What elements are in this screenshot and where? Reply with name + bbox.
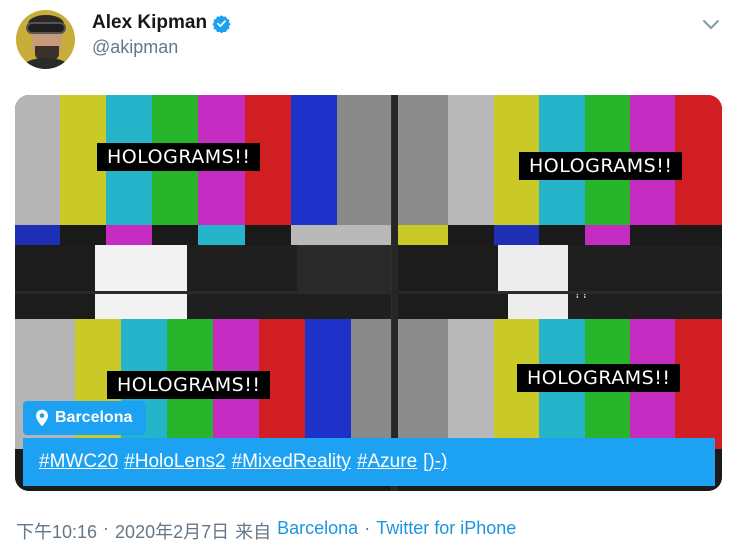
location-pin-icon: [36, 409, 48, 427]
media-caption: #MWC20 #HoloLens2 #MixedReality #Azure […: [23, 438, 715, 486]
location-tag[interactable]: Barcelona: [23, 401, 147, 435]
hashtag-mixedreality[interactable]: #MixedReality: [232, 451, 351, 473]
author-display-name[interactable]: Alex Kipman: [92, 12, 231, 34]
tweet-client-link[interactable]: Twitter for iPhone: [376, 518, 516, 544]
tweet-time[interactable]: 下午10:16: [16, 518, 97, 544]
chevron-down-icon[interactable]: [699, 12, 723, 36]
avatar[interactable]: [16, 10, 75, 69]
screen-divider-horizontal: [15, 291, 722, 294]
author-handle[interactable]: @akipman: [92, 37, 231, 58]
hashtag-azure[interactable]: #Azure: [357, 451, 417, 473]
hashtag-hololens2[interactable]: #HoloLens2: [124, 451, 225, 473]
from-label: 来自: [235, 522, 272, 542]
tweet-date[interactable]: 2020年2月7日: [115, 518, 229, 544]
tweet-place-link[interactable]: Barcelona: [277, 518, 358, 544]
meta-separator: ·: [103, 518, 110, 538]
tweet-header: Alex Kipman @akipman: [16, 10, 723, 70]
author-names: Alex Kipman @akipman: [92, 12, 231, 58]
verified-badge-icon: [212, 14, 231, 33]
hologram-label-4: HOLOGRAMS!!: [517, 364, 681, 392]
hashtag-mwc20[interactable]: #MWC20: [39, 451, 118, 473]
screen-subtext-2: ??: [574, 294, 589, 302]
caption-emoticon: [)-): [423, 451, 448, 472]
screen-top-right: HOLOGRAMS!!: [398, 95, 722, 291]
avatar-shirt: [22, 58, 70, 69]
tweet-meta: 下午10:16 · 2020年2月7日 来自 Barcelona · Twitt…: [16, 518, 516, 544]
display-name-text[interactable]: Alex Kipman: [92, 12, 207, 34]
hologram-label: HOLOGRAMS!!: [97, 143, 261, 171]
screen-top-left: HOLOGRAMS!! ??: [15, 95, 391, 291]
meta-separator-2: ·: [364, 518, 371, 538]
location-tag-label: Barcelona: [55, 409, 133, 426]
avatar-headset: [26, 22, 66, 34]
hologram-label-2: HOLOGRAMS!!: [519, 152, 683, 180]
hologram-label-3: HOLOGRAMS!!: [107, 371, 271, 399]
